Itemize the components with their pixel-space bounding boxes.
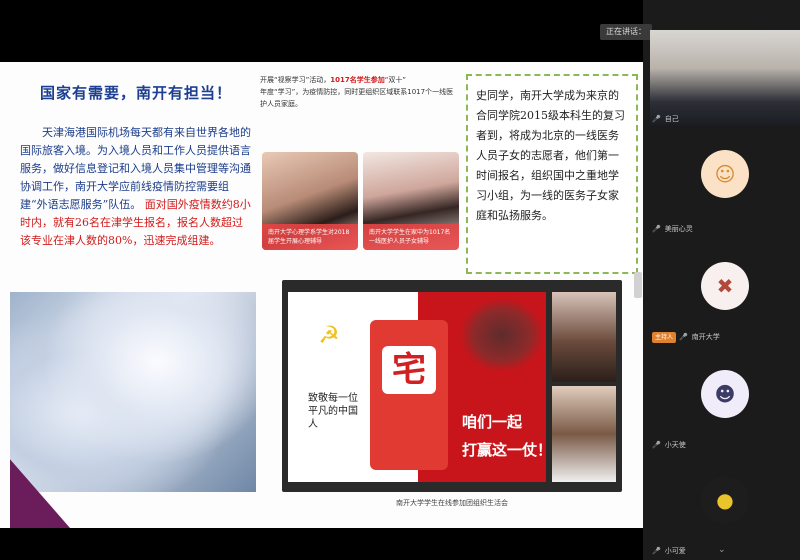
photo-caption-2: 南开大学学生在家中为1017名一线医护人员子女辅导 xyxy=(363,224,459,250)
embed-zhai-card: 宅 xyxy=(370,320,448,470)
participant-label-4: 🎤 小可爱 xyxy=(652,547,686,555)
participant-label-2: 主持人 🎤 南开大学 xyxy=(652,330,720,344)
mic-icon: 🎤 xyxy=(652,547,661,555)
mic-icon: 🎤 xyxy=(679,333,688,341)
embedded-screenshot: ☭ 致敬每一位平凡的中国人 宅 咱们一起 打赢这一仗！ xyxy=(282,280,622,492)
slide-headline: 国家有需要，南开有担当！ xyxy=(40,84,233,102)
photo-tutoring-2: 南开大学学生在家中为1017名一线医护人员子女辅导 xyxy=(363,152,459,250)
embed-slogan-line2: 打赢这一仗！ xyxy=(462,441,553,459)
topnote-rest: “双十” xyxy=(384,76,407,84)
topnote-text: 开展“视察学习”活动， xyxy=(260,76,331,84)
topnote-line2: 年度“学习”，为疫情防控，同时更组织区域联系1017个一线医护人员家庭。 xyxy=(260,88,454,108)
photo-tutoring-1: 南开大学心理学系学生对2018届学生开展心理辅导 xyxy=(262,152,358,250)
embed-caption: 南开大学学生在线参加团组织生活会 xyxy=(396,499,508,507)
slide-topnote: 开展“视察学习”活动，1017名学生参加“双十” 年度“学习”，为疫情防控，同时… xyxy=(260,74,460,110)
photo-medical-workers xyxy=(10,292,256,492)
shared-slide: 国家有需要，南开有担当！ 天津海港国际机场每天都有来自世界各地的国际旅客入境。为… xyxy=(0,62,643,528)
embed-left-text: 致敬每一位平凡的中国人 xyxy=(308,393,358,430)
mic-icon: 🎤 xyxy=(652,115,661,123)
slide-scroll-handle[interactable] xyxy=(634,272,642,298)
embed-slogan-line1: 咱们一起 xyxy=(462,413,523,431)
slide-quote-box: 史同学，南开大学成为来京的合同学院2015级本科生的复习者到，将成为北京的一线医… xyxy=(466,74,638,274)
participant-avatar-4[interactable]: ● xyxy=(701,476,749,524)
embed-slogan: 咱们一起 打赢这一仗！ xyxy=(462,408,552,464)
participant-label-3: 🎤 小天使 xyxy=(652,441,686,449)
embed-map-graphic xyxy=(462,300,542,370)
host-badge: 主持人 xyxy=(652,332,677,343)
participant-avatar-1[interactable]: ☺ xyxy=(701,150,749,198)
mic-icon: 🎤 xyxy=(652,225,661,233)
embed-video-participant-1 xyxy=(552,292,616,382)
slide-body-text: 天津海港国际机场每天都有来自世界各地的国际旅客入境。为入境人员和工作人员提供语言… xyxy=(20,124,252,250)
participant-avatar-3[interactable]: ☻ xyxy=(701,370,749,418)
topnote-red: 1017名学生参加 xyxy=(330,76,385,84)
embed-zhai-char: 宅 xyxy=(382,346,436,394)
participant-avatar-2[interactable]: ✖ xyxy=(701,262,749,310)
photo-caption-1: 南开大学心理学系学生对2018届学生开展心理辅导 xyxy=(262,224,358,250)
party-emblem-icon: ☭ xyxy=(318,321,340,349)
embed-video-participant-2 xyxy=(552,386,616,482)
participant-label-self: 🎤 自己 xyxy=(652,115,679,123)
speaking-indicator: 正在讲话： xyxy=(600,24,652,40)
mic-icon: 🎤 xyxy=(652,441,661,449)
chevron-down-icon[interactable]: ⌄ xyxy=(718,545,726,555)
participant-label-1: 🎤 美丽心灵 xyxy=(652,225,693,233)
